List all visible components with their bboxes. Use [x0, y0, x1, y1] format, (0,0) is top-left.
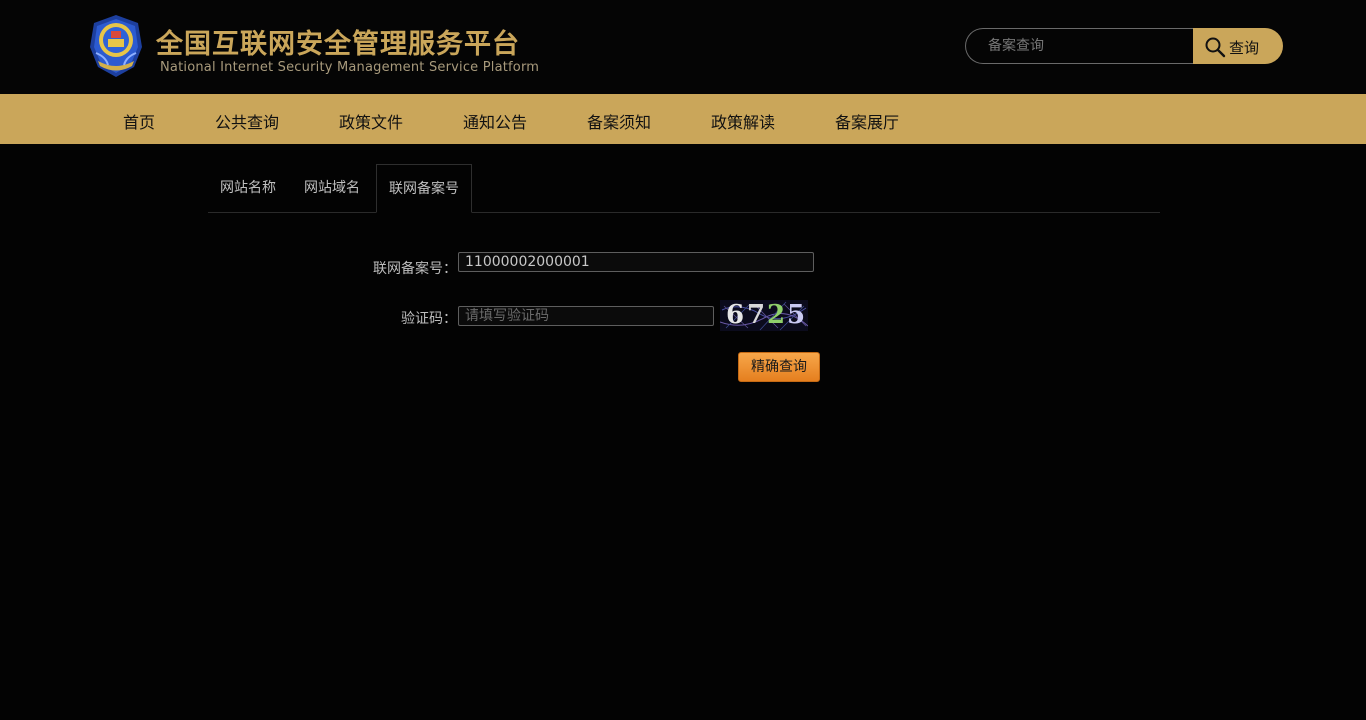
exact-query-button[interactable]: 精确查询: [738, 352, 820, 382]
tab-site-domain[interactable]: 网站域名: [304, 164, 360, 212]
header-search: 查询: [965, 28, 1283, 64]
nav-item-policy-documents[interactable]: 政策文件: [339, 109, 403, 133]
captcha-label: 验证码：: [401, 311, 457, 327]
site-subtitle: National Internet Security Management Se…: [160, 60, 540, 75]
police-emblem-icon: [90, 15, 142, 77]
captcha-image[interactable]: 6 7 2 5: [720, 300, 808, 331]
nav-item-public-query[interactable]: 公共查询: [215, 109, 279, 133]
captcha-input[interactable]: [458, 306, 714, 326]
main-nav: 首页 公共查询 政策文件 通知公告 备案须知 政策解读 备案展厅: [0, 94, 1366, 144]
nav-item-policy-interpretation[interactable]: 政策解读: [711, 109, 775, 133]
search-button-label: 查询: [1229, 39, 1260, 57]
query-tabs: 网站名称 网站域名 联网备案号: [208, 164, 1160, 213]
nav-item-filing-guide[interactable]: 备案须知: [587, 109, 651, 133]
tab-site-name[interactable]: 网站名称: [220, 164, 276, 212]
captcha-digit: 7: [747, 300, 766, 330]
nav-item-home[interactable]: 首页: [123, 109, 155, 133]
site-header: 全国互联网安全管理服务平台 National Internet Security…: [0, 0, 1366, 94]
nav-item-announcements[interactable]: 通知公告: [463, 109, 527, 133]
captcha-digit: 5: [787, 300, 806, 330]
site-title: 全国互联网安全管理服务平台: [156, 29, 520, 60]
search-button[interactable]: 查询: [1193, 28, 1283, 64]
search-icon: [1205, 37, 1226, 58]
tab-record-number[interactable]: 联网备案号: [376, 164, 472, 213]
captcha-digit: 2: [767, 300, 786, 330]
search-input[interactable]: [965, 28, 1193, 64]
record-number-label: 联网备案号：: [373, 261, 457, 277]
nav-item-filing-gallery[interactable]: 备案展厅: [835, 109, 899, 133]
record-number-input[interactable]: [458, 252, 814, 272]
captcha-digit: 6: [726, 300, 745, 330]
